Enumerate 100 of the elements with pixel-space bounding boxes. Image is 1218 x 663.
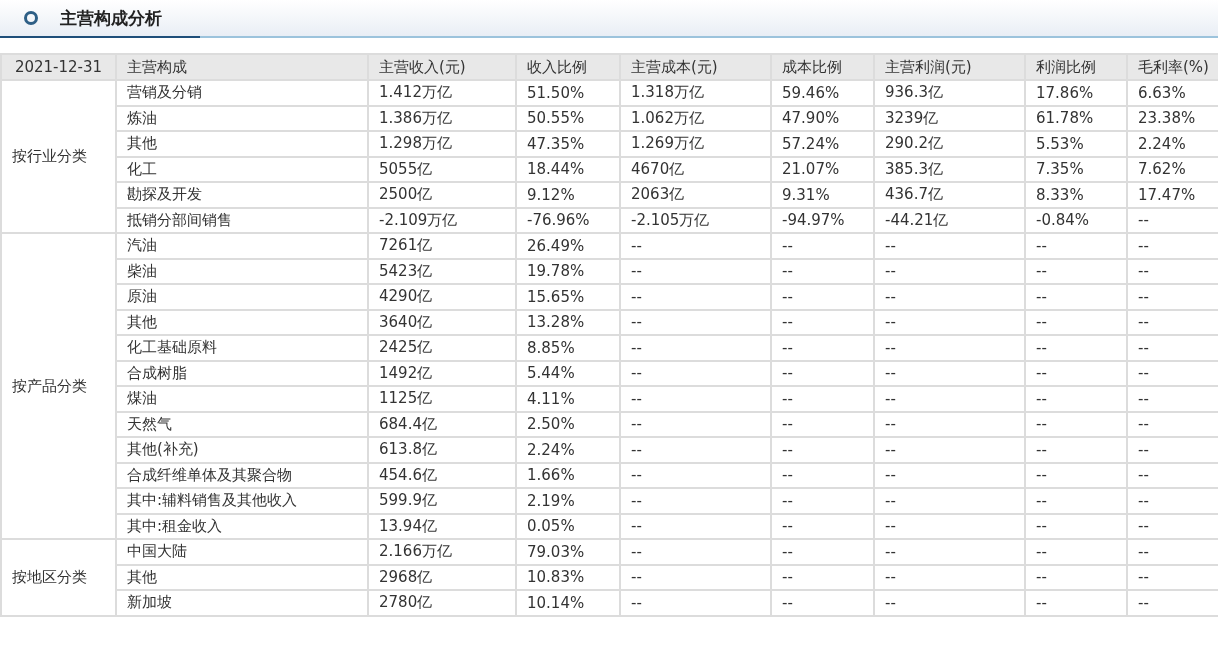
- table-cell: 勘探及开发: [116, 182, 368, 208]
- table-cell: --: [620, 590, 771, 616]
- table-cell: --: [874, 513, 1025, 539]
- table-cell: --: [771, 590, 874, 616]
- table-cell: 18.44%: [516, 156, 620, 182]
- table-cell: 8.33%: [1025, 182, 1127, 208]
- table-cell: --: [874, 462, 1025, 488]
- table-cell: --: [874, 488, 1025, 514]
- table-cell: 47.35%: [516, 131, 620, 157]
- table-cell: 684.4亿: [368, 411, 516, 437]
- table-cell: 化工: [116, 156, 368, 182]
- table-cell: 1.298万亿: [368, 131, 516, 157]
- table-cell: --: [1025, 411, 1127, 437]
- table-cell: 51.50%: [516, 80, 620, 106]
- table-cell: --: [1025, 360, 1127, 386]
- table-cell: 9.12%: [516, 182, 620, 208]
- table-cell: --: [874, 360, 1025, 386]
- table-cell: 营销及分销: [116, 80, 368, 106]
- table-cell: 385.3亿: [874, 156, 1025, 182]
- table-cell: 其他: [116, 131, 368, 157]
- table-cell: --: [771, 386, 874, 412]
- table-cell: 10.14%: [516, 590, 620, 616]
- table-cell: 59.46%: [771, 80, 874, 106]
- table-cell: --: [1025, 309, 1127, 335]
- table-cell: -0.84%: [1025, 207, 1127, 233]
- date-header: 2021-12-31: [1, 54, 116, 80]
- table-cell: --: [874, 309, 1025, 335]
- table-cell: 50.55%: [516, 105, 620, 131]
- table-cell: 2780亿: [368, 590, 516, 616]
- table-cell: 13.94亿: [368, 513, 516, 539]
- table-cell: --: [1025, 564, 1127, 590]
- table-cell: --: [771, 309, 874, 335]
- table-cell: -44.21亿: [874, 207, 1025, 233]
- table-cell: 抵销分部间销售: [116, 207, 368, 233]
- table-cell: 合成纤维单体及其聚合物: [116, 462, 368, 488]
- table-cell: 中国大陆: [116, 539, 368, 565]
- table-cell: --: [874, 437, 1025, 463]
- table-cell: 1.66%: [516, 462, 620, 488]
- table-cell: 5055亿: [368, 156, 516, 182]
- table-cell: 454.6亿: [368, 462, 516, 488]
- table-cell: 5.53%: [1025, 131, 1127, 157]
- table-cell: --: [1025, 335, 1127, 361]
- table-cell: --: [620, 309, 771, 335]
- table-cell: 17.86%: [1025, 80, 1127, 106]
- column-header: 主营收入(元): [368, 54, 516, 80]
- group-label: 按行业分类: [1, 80, 116, 233]
- table-cell: --: [771, 513, 874, 539]
- table-cell: 1125亿: [368, 386, 516, 412]
- table-cell: 1.318万亿: [620, 80, 771, 106]
- column-header: 主营成本(元): [620, 54, 771, 80]
- table-cell: 15.65%: [516, 284, 620, 310]
- table-cell: 1.062万亿: [620, 105, 771, 131]
- column-header: 成本比例: [771, 54, 874, 80]
- table-cell: --: [771, 258, 874, 284]
- table-cell: 2.24%: [516, 437, 620, 463]
- table-cell: --: [771, 411, 874, 437]
- table-cell: --: [1025, 258, 1127, 284]
- table-cell: --: [874, 284, 1025, 310]
- group-label: 按产品分类: [1, 233, 116, 539]
- table-cell: --: [620, 386, 771, 412]
- table-cell: --: [620, 411, 771, 437]
- table-cell: 47.90%: [771, 105, 874, 131]
- table-cell: 7.35%: [1025, 156, 1127, 182]
- table-cell: --: [1025, 488, 1127, 514]
- group-label: 按地区分类: [1, 539, 116, 616]
- table-cell: --: [771, 360, 874, 386]
- table-cell: --: [1025, 513, 1127, 539]
- table-cell: --: [620, 462, 771, 488]
- table-cell: 7261亿: [368, 233, 516, 259]
- table-cell: -94.97%: [771, 207, 874, 233]
- column-header: 收入比例: [516, 54, 620, 80]
- table-cell: 柴油: [116, 258, 368, 284]
- table-cell: 290.2亿: [874, 131, 1025, 157]
- table-cell: 13.28%: [516, 309, 620, 335]
- table-cell: --: [874, 539, 1025, 565]
- table-cell: 煤油: [116, 386, 368, 412]
- table-cell: --: [620, 564, 771, 590]
- table-cell: 5.44%: [516, 360, 620, 386]
- table-cell: --: [620, 539, 771, 565]
- table-cell: 10.83%: [516, 564, 620, 590]
- circle-icon: [24, 11, 38, 25]
- table-cell: --: [1025, 539, 1127, 565]
- table-cell: -76.96%: [516, 207, 620, 233]
- table-cell: --: [620, 258, 771, 284]
- table-cell: 3640亿: [368, 309, 516, 335]
- table-cell: --: [874, 258, 1025, 284]
- table-cell: 19.78%: [516, 258, 620, 284]
- table-cell: 936.3亿: [874, 80, 1025, 106]
- table-cell: 其他: [116, 309, 368, 335]
- table-cell: 4290亿: [368, 284, 516, 310]
- table-cell: 天然气: [116, 411, 368, 437]
- table-cell: 2968亿: [368, 564, 516, 590]
- table-cell: 4670亿: [620, 156, 771, 182]
- table-cell: --: [620, 513, 771, 539]
- table-cell: 4.11%: [516, 386, 620, 412]
- table-cell: 其他: [116, 564, 368, 590]
- table-cell: --: [874, 233, 1025, 259]
- table-cell: --: [1025, 437, 1127, 463]
- table-cell: --: [620, 488, 771, 514]
- table-cell: --: [771, 437, 874, 463]
